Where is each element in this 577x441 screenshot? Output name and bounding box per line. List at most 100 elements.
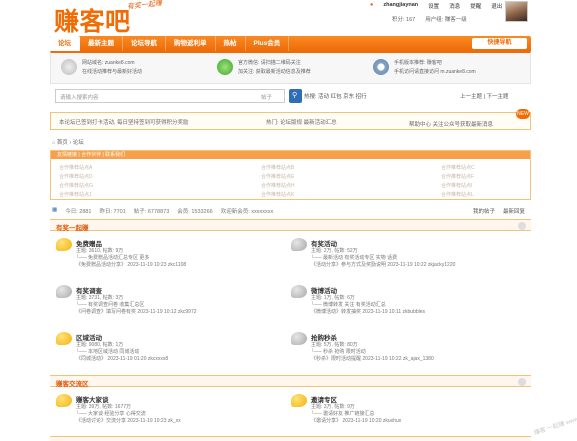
- wechat-icon: [217, 59, 233, 75]
- search-input[interactable]: 请输入搜索内容 帖子: [55, 89, 285, 103]
- user-menu: ● zhangjiaynan 设置 消息 提醒 退出: [370, 2, 502, 10]
- category-header: 赚客交流区: [50, 375, 531, 388]
- forum-status-icon: [291, 238, 307, 251]
- forum-stats-line: 主题: 3万, 帖数: 9万: [311, 404, 355, 410]
- forum-stats-line: 主题: 1万, 帖数: 6万: [311, 295, 355, 301]
- cloud-icon: [61, 59, 77, 75]
- forum-status-icon: [56, 285, 72, 298]
- forum-last-post[interactable]: 《秒杀》限时活动提醒 2023-11-19 10:22 zk_ajax_1380: [311, 355, 434, 362]
- main-nav: 论坛 最新主题 论坛导航 购物返利单 热帖 Plus会员 快捷导航: [50, 36, 531, 51]
- collapse-icon[interactable]: [518, 378, 526, 386]
- forum-stats-line: 主题: 39万, 帖数: 1677万: [76, 404, 132, 410]
- friend-link[interactable]: 合作推荐站点E: [261, 173, 294, 180]
- friend-link[interactable]: 合作推荐站点J: [59, 191, 92, 198]
- friend-links-header: 友情链接 | 合作伙伴 | 联系我们: [51, 151, 530, 159]
- nav-forum[interactable]: 论坛: [50, 36, 80, 51]
- forum-stats-line: 主题: 3610, 帖数: 9万: [76, 248, 124, 254]
- thread-nav[interactable]: 上一主题 | 下一主题: [460, 92, 509, 100]
- collapse-icon[interactable]: [518, 222, 526, 230]
- friend-link[interactable]: 合作推荐站点K: [261, 191, 294, 198]
- forum-sub-line[interactable]: └── 秒杀 抢购 限时活动: [311, 348, 366, 355]
- top-link-logout[interactable]: 退出: [491, 2, 502, 10]
- breadcrumb: ⌂ 首页 › 论坛: [52, 140, 84, 146]
- new-badge: NEW: [516, 109, 530, 119]
- watermark: 赚客 一起赚 www.zuanke8.com: [533, 405, 577, 437]
- info-mobile: 手机版本推荐: 赚客吧 手机访问请直接访问 m.zuanke8.com: [373, 59, 476, 77]
- info-domain: 网站域名: zuanke8.com 在线活动推荐与最新好活动: [61, 59, 142, 77]
- nav-latest[interactable]: 最新主题: [80, 36, 123, 51]
- quick-nav-button[interactable]: 快捷导航: [472, 38, 527, 49]
- forum-sub-line[interactable]: └── 本地区域活动 同城活动: [76, 348, 139, 355]
- nav-forum-guide[interactable]: 论坛导航: [123, 36, 166, 51]
- forum-last-post[interactable]: 《活动讨论》交流分享 2023-11-19 10:23 zk_xx: [76, 417, 181, 424]
- top-link-settings[interactable]: 设置: [428, 2, 439, 10]
- user-credits[interactable]: 积分: 167: [392, 15, 415, 23]
- friend-link[interactable]: 合作推荐站点B: [261, 164, 294, 171]
- friend-link[interactable]: 合作推荐站点G: [59, 182, 93, 189]
- forum-last-post[interactable]: 《活动分享》参与方式及奖励说明 2023-11-19 10:22 zkjacky…: [311, 261, 455, 268]
- forum-status-icon: [56, 394, 72, 407]
- info-strip: 网站域名: zuanke8.com 在线活动推荐与最新好活动 官方微信: 请扫描二…: [50, 51, 531, 84]
- top-link-messages[interactable]: 消息: [449, 2, 460, 10]
- forum-sub-line[interactable]: └── 有奖调查问卷 收集汇总区: [76, 301, 144, 308]
- category-title[interactable]: 有奖一起赚: [56, 222, 89, 232]
- friend-link[interactable]: 合作推荐站点F: [441, 173, 474, 180]
- user-icon: ●: [370, 2, 374, 8]
- home-icon[interactable]: ⌂: [52, 140, 55, 146]
- avatar[interactable]: [505, 1, 528, 22]
- friend-link[interactable]: 合作推荐站点I: [441, 182, 472, 189]
- forum-last-post[interactable]: 《微博活动》转发抽奖 2023-11-19 10:11 zkbubbles: [311, 308, 425, 315]
- category-header-partial: [50, 436, 531, 441]
- forum-stats-line: 主题: 9080, 帖数: 1万: [76, 342, 124, 348]
- forum-sub-line[interactable]: └── 免费赠品活动汇总专区 更多: [76, 254, 149, 261]
- info-wechat: 官方微信: 请扫描二维码关注 加关注: 获取最新活动信息及推荐: [217, 59, 311, 77]
- search-scope-select[interactable]: 帖子: [261, 93, 272, 101]
- nav-hot[interactable]: 热帖: [216, 36, 246, 51]
- forum-stats: ▦ 今日: 2881 昨日: 7701 帖子: 6778873 会员: 1533…: [52, 207, 274, 215]
- forum-sub-line[interactable]: └── 邀请好友 推广链接汇总: [311, 410, 374, 417]
- friend-link[interactable]: 合作推荐站点D: [59, 173, 93, 180]
- nav-plus[interactable]: Plus会员: [246, 36, 290, 51]
- forum-last-post[interactable]: 《免费赠品活动分享》 2023-11-19 10:23 zkc1108: [76, 261, 186, 268]
- nav-rebate[interactable]: 购物返利单: [166, 36, 216, 51]
- forum-sub-line[interactable]: └── 大家谈 经验分享 心得交流: [76, 410, 146, 417]
- forum-last-post[interactable]: 《问卷调查》填写问卷有奖 2023-11-19 10:12 zkc9972: [76, 308, 197, 315]
- friend-link[interactable]: 合作推荐站点L: [441, 191, 474, 198]
- friend-links: 友情链接 | 合作伙伴 | 联系我们 合作推荐站点A 合作推荐站点B 合作推荐站…: [50, 150, 531, 200]
- forum-sub-line[interactable]: └── 微博转发 关注 有奖活动汇总: [311, 301, 386, 308]
- search-icon: [373, 59, 389, 75]
- forum-sub-line[interactable]: └── 最新活动 有奖活动专区 实物 话费: [311, 254, 397, 261]
- user-group[interactable]: 用户组: 赚客一级: [425, 15, 467, 23]
- notice-right[interactable]: 帮助中心 关注公众号获取最新消息: [409, 120, 493, 128]
- notice-bar: 本论坛已签到打卡活动, 每日坚持签到可获得积分奖励 热门: 论坛版规 最新活动汇…: [50, 109, 531, 130]
- forum-status-icon: [56, 332, 72, 345]
- friend-link[interactable]: 合作推荐站点A: [59, 164, 92, 171]
- notice-mid[interactable]: 热门: 论坛版规 最新活动汇总: [266, 118, 337, 126]
- site-logo[interactable]: 赚客吧: [54, 2, 131, 38]
- hot-searches[interactable]: 热搜: 活动 红包 京东 招行: [304, 92, 367, 100]
- forum-status-icon: [291, 285, 307, 298]
- stats-icon: ▦: [52, 207, 58, 213]
- my-posts-link[interactable]: 我的帖子: [473, 207, 495, 215]
- top-link-reminders[interactable]: 提醒: [470, 2, 481, 10]
- forum-stats-line: 主题: 3731, 帖数: 3万: [76, 295, 124, 301]
- forum-status-icon: [291, 394, 307, 407]
- search-button[interactable]: ⚲: [289, 89, 302, 103]
- forum-stats-line: 主题: 5万, 帖数: 80万: [311, 342, 358, 348]
- latest-replies-link[interactable]: 最新回复: [503, 207, 525, 215]
- forum-last-post[interactable]: 《邀请分享》 2023-11-19 10:20 zkuxhux: [311, 417, 401, 424]
- forum-status-icon: [56, 238, 72, 251]
- forum-last-post[interactable]: 《同城活动》 2023-11-19 01:20 zkcxxxx8: [76, 355, 168, 362]
- forum-stats-line: 主题: 2万, 帖数: 52万: [311, 248, 358, 254]
- friend-link[interactable]: 合作推荐站点C: [441, 164, 475, 171]
- friend-link[interactable]: 合作推荐站点H: [261, 182, 295, 189]
- site-slogan: 有奖一起赚: [126, 0, 163, 11]
- user-stats: 积分: 167 用户组: 赚客一级: [392, 15, 467, 23]
- category-header: 有奖一起赚: [50, 219, 531, 232]
- search-icon: ⚲: [292, 92, 298, 99]
- category-title[interactable]: 赚客交流区: [56, 378, 89, 388]
- stats-links: 我的帖子 最新回复: [473, 207, 525, 215]
- forum-status-icon: [291, 332, 307, 345]
- username-link[interactable]: zhangjiaynan: [383, 2, 418, 10]
- notice-left[interactable]: 本论坛已签到打卡活动, 每日坚持签到可获得积分奖励: [59, 118, 189, 126]
